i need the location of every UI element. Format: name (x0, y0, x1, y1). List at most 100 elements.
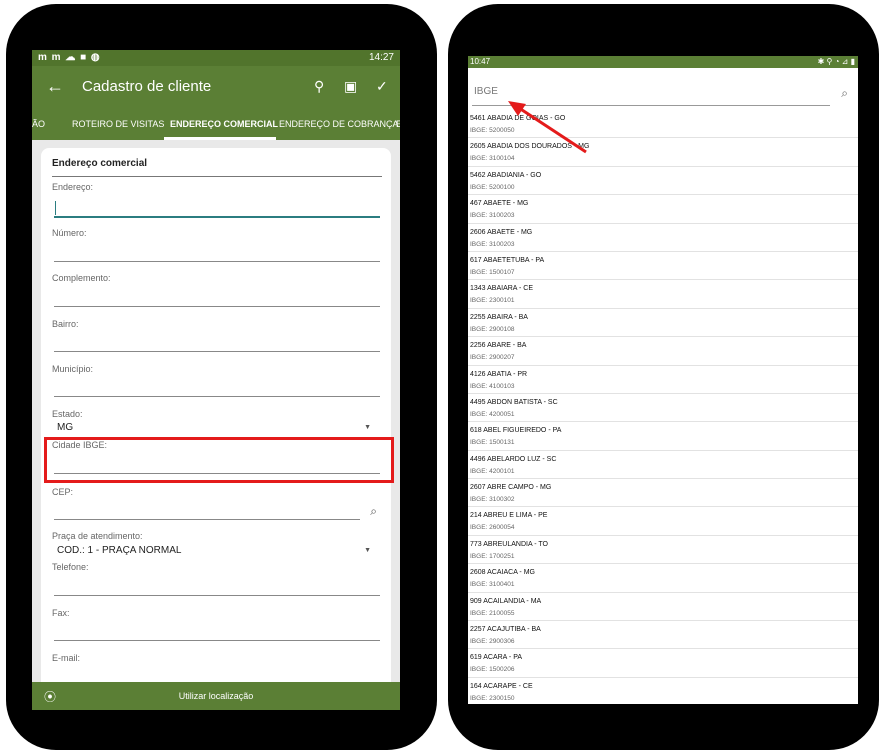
tab-partial-left[interactable]: ÃO (32, 119, 45, 129)
use-location-button[interactable]: ⦿ Utilizar localização (32, 682, 400, 710)
city-list-item[interactable]: 4126 ABATIA - PR IBGE: 4100103 (468, 366, 858, 394)
city-ibge-code: IBGE: 4200101 (470, 467, 515, 475)
city-name: 2255 ABAIRA - BA (470, 313, 528, 321)
id-card-icon[interactable]: ▣ (344, 78, 357, 95)
city-ibge-code: IBGE: 3100203 (470, 212, 515, 220)
cep-search-icon[interactable]: ⌕ (370, 504, 377, 519)
praca-dropdown-icon[interactable]: ▼ (364, 547, 371, 554)
endereco-input[interactable] (54, 216, 380, 218)
status-bar-right: 10:47 ✱ ⚲ ◔ ⊿ ▮ (468, 56, 858, 68)
city-list-item[interactable]: 618 ABEL FIGUEIREDO - PA IBGE: 1500131 (468, 422, 858, 451)
estado-dropdown-icon[interactable]: ▼ (364, 424, 371, 431)
city-name: 2607 ABRE CAMPO - MG (470, 484, 552, 492)
status-icons: m m ☁ ■ ◍ (38, 52, 101, 63)
city-list-item[interactable]: 619 ACARA - PA IBGE: 1500206 (468, 649, 858, 678)
city-ibge-code: IBGE: 3100302 (470, 496, 515, 504)
cidade-ibge-highlight-box (44, 437, 394, 483)
section-divider (52, 176, 382, 177)
bairro-input[interactable] (54, 351, 380, 352)
tab-endereco-comercial[interactable]: ENDEREÇO COMERCIAL (170, 119, 278, 129)
bairro-label: Bairro: (52, 319, 79, 329)
city-list-item[interactable]: 4495 ABDON BATISTA - SC IBGE: 4200051 (468, 394, 858, 423)
city-name: 773 ABREULANDIA - TO (470, 540, 548, 548)
fax-label: Fax: (52, 608, 70, 618)
city-list-item[interactable]: 909 ACAILANDIA - MA IBGE: 2100055 (468, 593, 858, 622)
city-name: 4496 ABELARDO LUZ - SC (470, 455, 557, 463)
city-name: 909 ACAILANDIA - MA (470, 597, 542, 605)
praca-select[interactable]: COD.: 1 - PRAÇA NORMAL (57, 545, 181, 556)
city-ibge-code: IBGE: 4100103 (470, 382, 515, 390)
city-list-item[interactable]: 467 ABAETE - MG IBGE: 3100203 (468, 195, 858, 224)
city-list-item[interactable]: 164 ACARAPE - CE IBGE: 2300150 (468, 678, 858, 704)
telefone-label: Telefone: (52, 562, 89, 572)
email-label: E-mail: (52, 653, 81, 663)
municipio-label: Município: (52, 364, 94, 374)
city-list-item[interactable]: 2255 ABAIRA - BA IBGE: 2900108 (468, 309, 858, 338)
city-ibge-code: IBGE: 3100104 (470, 155, 515, 163)
estado-label: Estado: (52, 409, 83, 419)
right-phone-frame: 10:47 ✱ ⚲ ◔ ⊿ ▮ IBGE ⌕ 5461 ABADIA DE GO… (448, 4, 879, 750)
city-list-item[interactable]: 4496 ABELARDO LUZ - SC IBGE: 4200101 (468, 451, 858, 480)
tab-endereco-cobranca[interactable]: ENDEREÇO DE COBRANÇA (279, 119, 399, 129)
city-list-item[interactable]: 2257 ACAJUTIBA - BA IBGE: 2900306 (468, 621, 858, 650)
city-name: 5462 ABADIANIA - GO (470, 171, 542, 179)
city-ibge-code: IBGE: 2600054 (470, 524, 515, 532)
city-picker-screen: 10:47 ✱ ⚲ ◔ ⊿ ▮ IBGE ⌕ 5461 ABADIA DE GO… (468, 56, 858, 704)
city-ibge-code: IBGE: 2100055 (470, 609, 515, 617)
city-name: 618 ABEL FIGUEIREDO - PA (470, 427, 562, 435)
back-arrow-icon[interactable]: ← (46, 76, 64, 97)
telefone-input[interactable] (54, 595, 380, 596)
city-list-item[interactable]: 2608 ACAIACA - MG IBGE: 3100401 (468, 564, 858, 593)
city-name: 2257 ACAJUTIBA - BA (470, 626, 541, 634)
city-ibge-code: IBGE: 5200100 (470, 183, 515, 191)
endereco-label: Endereço: (52, 182, 94, 192)
address-card: Endereço comercial Endereço: Número: Com… (41, 148, 394, 710)
complemento-label: Complemento: (52, 273, 111, 283)
use-location-label: Utilizar localização (178, 691, 254, 701)
city-list-item[interactable]: 5461 ABADIA DE GOIAS - GO IBGE: 5200050 (468, 110, 858, 139)
city-list-item[interactable]: 617 ABAETETUBA - PA IBGE: 1500107 (468, 252, 858, 281)
city-list-item[interactable]: 2256 ABARE - BA IBGE: 2900207 (468, 337, 858, 366)
status-time: 14:27 (368, 52, 394, 63)
ibge-search-input[interactable]: IBGE (474, 86, 498, 97)
city-name: 619 ACARA - PA (470, 654, 523, 662)
city-list-item[interactable]: 2607 ABRE CAMPO - MG IBGE: 3100302 (468, 479, 858, 508)
fax-input[interactable] (54, 640, 380, 641)
tab-roteiro-visitas[interactable]: ROTEIRO DE VISITAS (72, 119, 164, 129)
city-ibge-code: IBGE: 1700251 (470, 552, 515, 560)
city-list: 5461 ABADIA DE GOIAS - GO IBGE: 5200050 26… (468, 110, 858, 704)
city-ibge-code: IBGE: 5200050 (470, 127, 515, 134)
city-list-item[interactable]: 2605 ABADIA DOS DOURADOS - MG IBGE: 31001… (468, 138, 858, 167)
municipio-input[interactable] (54, 396, 380, 397)
city-name: 617 ABAETETUBA - PA (470, 256, 545, 264)
status-time-right: 10:47 (470, 57, 491, 66)
page-title: Cadastro de cliente (82, 78, 212, 95)
city-list-item[interactable]: 2606 ABAETE - MG IBGE: 3100203 (468, 224, 858, 252)
city-name: 2256 ABARE - BA (470, 342, 527, 350)
search-icon[interactable]: ⌕ (841, 86, 848, 101)
complemento-input[interactable] (54, 306, 380, 307)
status-icons-right: ✱ ⚲ ◔ ⊿ ▮ (817, 57, 855, 66)
city-name: 467 ABAETE - MG (470, 200, 529, 208)
tab-partial-right[interactable]: E (396, 119, 400, 129)
cep-input[interactable] (54, 519, 360, 520)
city-list-item[interactable]: 5462 ABADIANIA - GO IBGE: 5200100 (468, 167, 858, 196)
city-list-item[interactable]: 1343 ABAIARA - CE IBGE: 2300101 (468, 280, 858, 309)
customer-form-screen: m m ☁ ■ ◍ 14:27 ← Cadastro de cliente ⚲ … (32, 50, 400, 710)
estado-select[interactable]: MG (57, 422, 73, 433)
city-name: 2605 ABADIA DOS DOURADOS - MG (470, 143, 590, 151)
city-ibge-code: IBGE: 2900108 (470, 325, 515, 333)
numero-input[interactable] (54, 261, 380, 262)
search-underline (472, 105, 830, 106)
city-ibge-code: IBGE: 2900207 (470, 354, 515, 362)
city-list-item[interactable]: 214 ABREU E LIMA - PE IBGE: 2600054 (468, 507, 858, 536)
city-ibge-code: IBGE: 2900306 (470, 638, 515, 646)
numero-label: Número: (52, 228, 87, 238)
city-list-item[interactable]: 773 ABREULANDIA - TO IBGE: 1700251 (468, 536, 858, 565)
person-search-icon[interactable]: ⚲ (314, 78, 324, 95)
check-icon[interactable]: ✓ (376, 78, 388, 95)
city-name: 5461 ABADIA DE GOIAS - GO (470, 115, 566, 122)
city-ibge-code: IBGE: 2300101 (470, 297, 515, 305)
city-ibge-code: IBGE: 3100401 (470, 581, 515, 589)
city-name: 4126 ABATIA - PR (470, 370, 528, 378)
